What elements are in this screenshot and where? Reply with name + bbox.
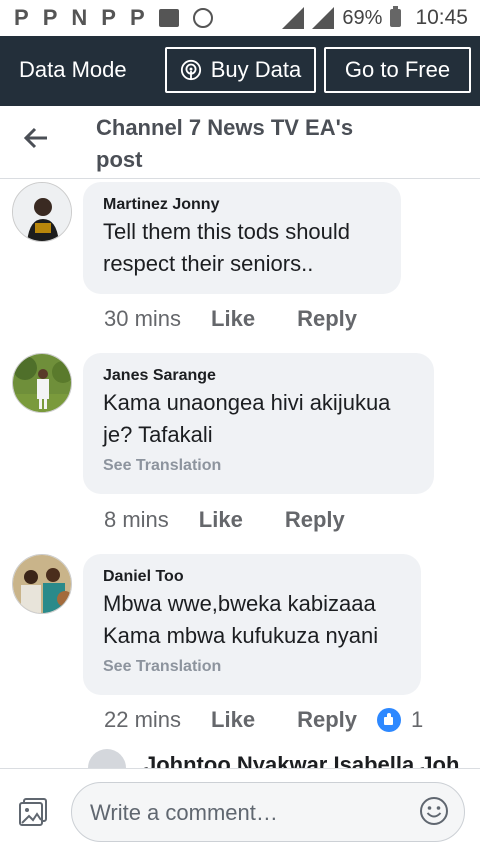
comment-bubble[interactable]: Janes Sarange Kama unaongea hivi akijuku…: [83, 353, 434, 494]
clock: 10:45: [415, 6, 468, 29]
reply-button[interactable]: Reply: [297, 707, 357, 733]
avatar[interactable]: [12, 353, 72, 413]
like-button[interactable]: Like: [211, 707, 255, 733]
comment-bubble[interactable]: Martinez Jonny Tell them this tods shoul…: [83, 182, 401, 294]
battery-icon: [390, 6, 402, 27]
comment-actions: 30 mins Like Reply: [104, 306, 357, 332]
pinterest-icon: P: [101, 5, 116, 30]
avatar-image: [13, 183, 71, 241]
go-to-free-label: Go to Free: [344, 57, 451, 82]
buy-data-button[interactable]: Buy Data: [165, 47, 316, 93]
reply-preview[interactable]: Johntoo Nyakwar Isabella Joh: [88, 746, 480, 768]
image-icon: [158, 9, 179, 27]
system-status: 3G 69% 10:45: [282, 6, 468, 30]
avatar[interactable]: [12, 554, 72, 614]
comment-bubble[interactable]: Daniel Too Mbwa wwe,bweka kabizaaa Kama …: [83, 554, 421, 695]
nw-icon: N: [71, 5, 88, 30]
comment-input[interactable]: [88, 796, 412, 830]
comment-time: 30 mins: [104, 306, 182, 331]
data-mode-label: Data Mode: [19, 57, 127, 82]
signal-icon-2: [312, 7, 335, 29]
pinterest-icon: P: [14, 5, 29, 30]
pinterest-icon: P: [42, 5, 58, 30]
reply-button[interactable]: Reply: [285, 507, 345, 533]
post-header: Channel 7 News TV EA's post: [0, 106, 480, 179]
like-button[interactable]: Like: [211, 306, 255, 332]
reaction-count: 1: [411, 707, 424, 732]
see-translation-link[interactable]: See Translation: [103, 658, 401, 676]
comment-input-wrapper[interactable]: [71, 782, 465, 842]
comment-time: 22 mins: [104, 707, 182, 732]
comment-text: Tell them this tods should respect their…: [103, 219, 351, 276]
pinterest-icon: P: [129, 5, 145, 30]
like-reaction-icon: [377, 708, 401, 732]
reaction-summary[interactable]: 1: [377, 707, 423, 733]
signal-icon: 3G: [282, 7, 305, 29]
avatar: [88, 749, 126, 768]
comment-actions: 8 mins Like Reply: [104, 507, 345, 533]
comment-time: 8 mins: [104, 507, 169, 532]
avatar[interactable]: [12, 182, 72, 242]
status-bar: P P N P P 3G 69% 10:45: [0, 0, 480, 36]
buy-data-label: Buy Data: [210, 57, 302, 82]
see-translation-link[interactable]: See Translation: [103, 457, 414, 475]
comment-actions: 22 mins Like Reply 1: [104, 707, 423, 733]
go-to-free-button[interactable]: Go to Free: [324, 47, 471, 93]
comment-text: Mbwa wwe,bweka kabizaaa Kama mbwa kufuku…: [103, 591, 379, 648]
comment-text: Kama unaongea hivi akijukua je? Tafakali: [103, 390, 391, 447]
comment-author[interactable]: Martinez Jonny: [103, 194, 381, 216]
comment-composer: [0, 768, 480, 855]
photo-gallery-icon[interactable]: [17, 796, 49, 828]
like-button[interactable]: Like: [199, 507, 243, 533]
notification-icons: P P N P P: [14, 6, 213, 30]
battery-percent: 69%: [342, 6, 383, 29]
reply-author[interactable]: Johntoo Nyakwar Isabella Joh: [144, 752, 459, 768]
comment-author[interactable]: Janes Sarange: [103, 365, 414, 387]
data-mode-bar: Data Mode Buy Data Go to Free: [0, 36, 480, 106]
back-arrow-icon[interactable]: [22, 124, 50, 152]
comment-author[interactable]: Daniel Too: [103, 566, 401, 588]
reply-button[interactable]: Reply: [297, 306, 357, 332]
broadcast-icon: [180, 59, 201, 81]
page-title: Channel 7 News TV EA's post: [96, 115, 354, 172]
whatsapp-icon: [192, 8, 213, 28]
emoji-icon[interactable]: [418, 795, 450, 827]
avatar-image: [13, 354, 71, 412]
avatar-image: [13, 555, 71, 613]
